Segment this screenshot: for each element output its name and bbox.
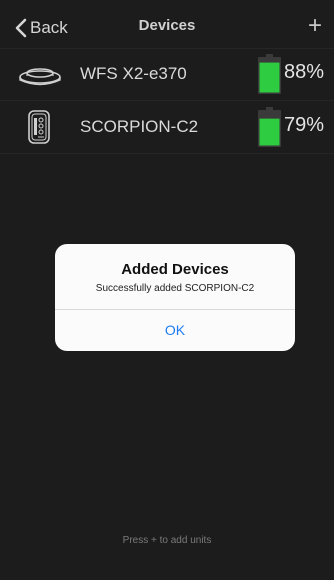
nav-bar: Back Devices + (0, 0, 334, 49)
add-device-button[interactable]: + (308, 11, 322, 41)
added-devices-dialog: Added Devices Successfully added SCORPIO… (55, 244, 295, 351)
add-units-hint: Press + to add units (122, 535, 212, 546)
battery-icon (258, 54, 281, 94)
battery-percent: 79% (284, 114, 325, 136)
device-name: WFS X2-e370 (80, 64, 187, 83)
devices-screen: Back Devices + WFS X2-e370 88% SCORPION-… (0, 0, 334, 580)
device-name: SCORPION-C2 (80, 117, 199, 136)
device-row[interactable]: SCORPION-C2 79% (0, 101, 334, 154)
ok-button[interactable]: OK (55, 310, 295, 351)
sensor-disc-icon (19, 68, 61, 86)
dialog-message: Successfully added SCORPION-C2 (95, 283, 255, 294)
dialog-title: Added Devices (121, 261, 229, 278)
page-title: Devices (138, 17, 196, 34)
battery-percent: 88% (284, 61, 325, 83)
battery-icon (258, 107, 281, 147)
scorpion-device-icon (28, 110, 50, 144)
device-row[interactable]: WFS X2-e370 88% (0, 48, 334, 101)
